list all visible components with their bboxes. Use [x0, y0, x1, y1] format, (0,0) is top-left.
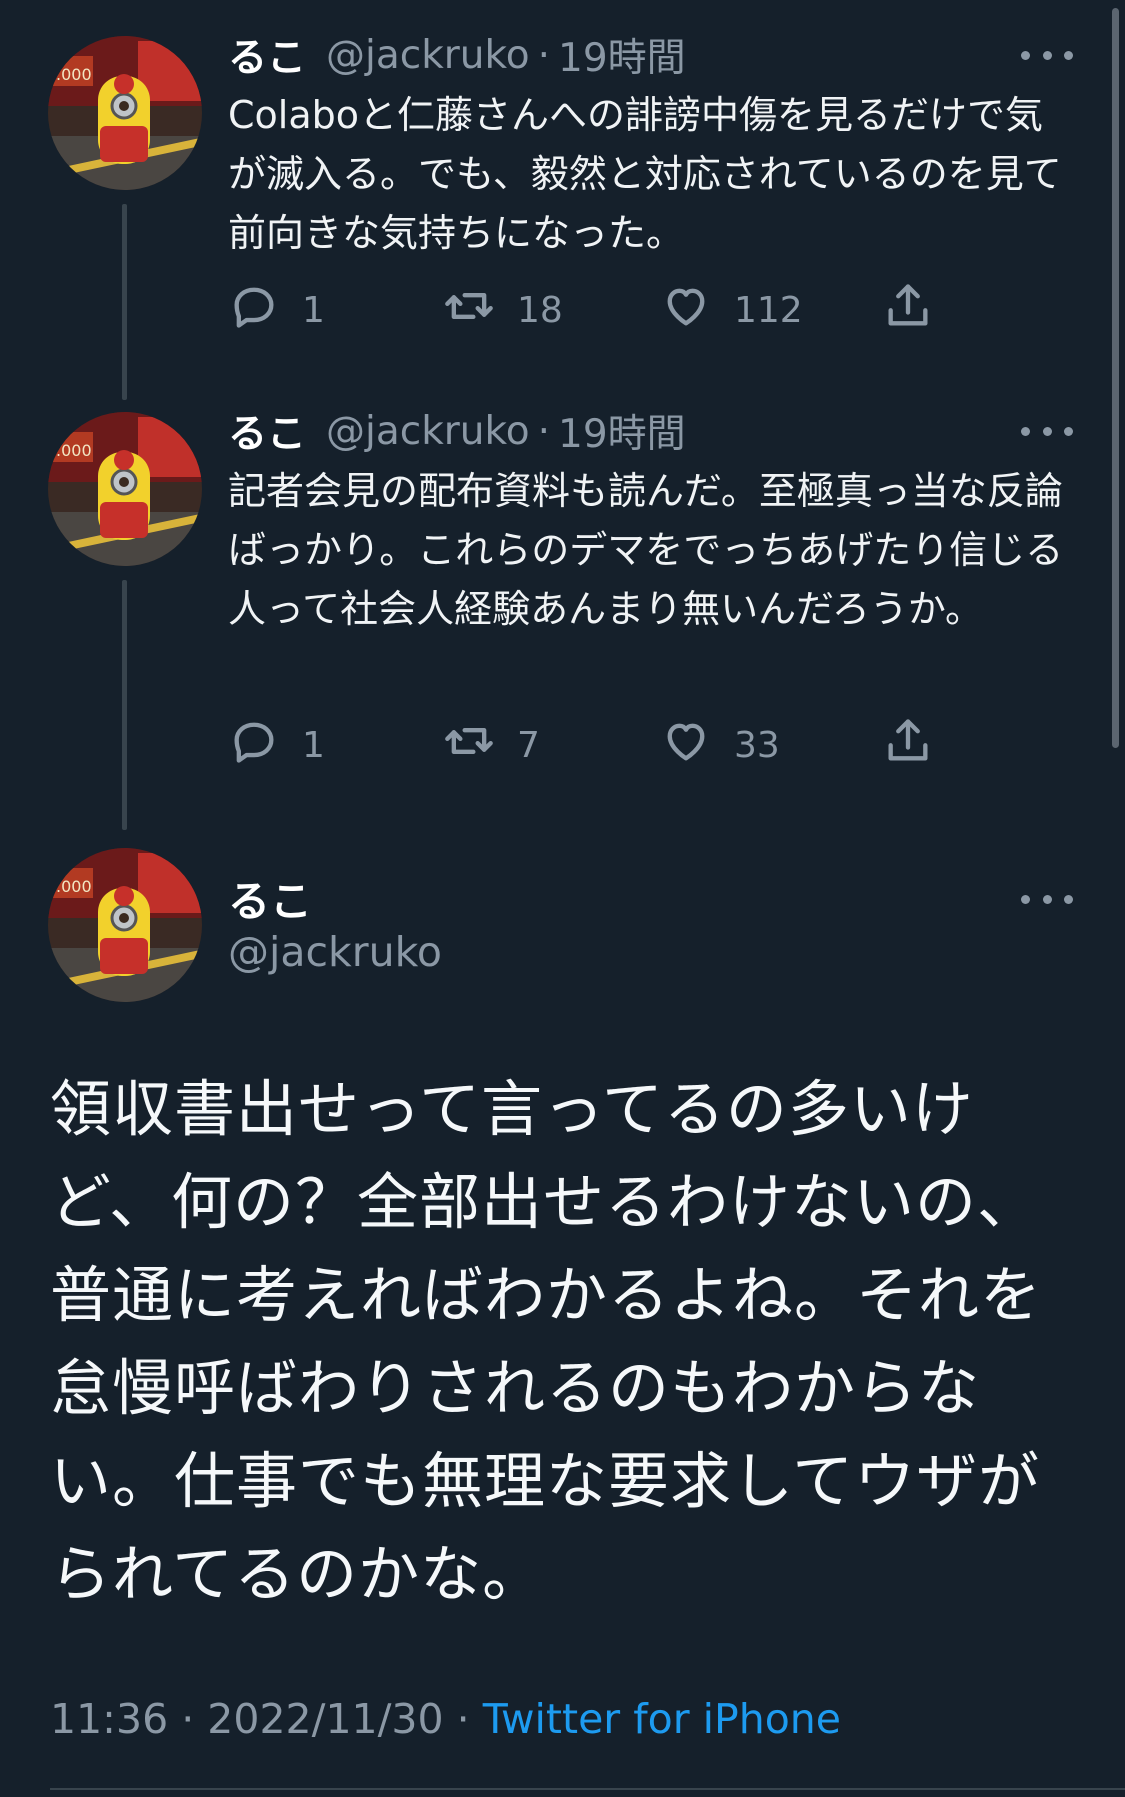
heart-icon	[660, 715, 712, 776]
separator: ·	[456, 1695, 470, 1743]
tweet-actions: 1 7 33	[228, 715, 948, 775]
reply-button[interactable]: 1	[228, 280, 325, 340]
tweet-header: るこ @jackruko · 19時間	[228, 404, 1055, 458]
separator: ·	[181, 1695, 195, 1743]
tweet-text: Colaboと仁藤さんへの誹謗中傷を見るだけで気が滅入る。でも、毅然と対応されて…	[228, 93, 1062, 255]
svg-text:.000: .000	[56, 441, 92, 460]
share-button[interactable]	[882, 280, 934, 340]
svg-text:.000: .000	[56, 877, 92, 896]
like-count: 33	[734, 724, 780, 766]
tweet-time[interactable]: 19時間	[558, 403, 686, 459]
reply-count: 1	[302, 724, 325, 766]
reply-icon	[228, 715, 280, 776]
avatar[interactable]: .000	[48, 412, 202, 566]
share-icon	[882, 715, 934, 776]
tweet-date: 2022/11/30	[207, 1695, 444, 1743]
user-handle[interactable]: @jackruko	[326, 409, 530, 454]
more-icon[interactable]	[1021, 879, 1073, 919]
retweet-icon	[443, 280, 495, 341]
like-count: 112	[734, 289, 803, 331]
like-button[interactable]: 112	[660, 280, 803, 340]
separator: ·	[537, 32, 550, 78]
share-button[interactable]	[882, 715, 934, 775]
svg-text:.000: .000	[56, 65, 92, 84]
tweet-time: 11:36	[50, 1695, 169, 1743]
display-name[interactable]: るこ	[228, 403, 306, 459]
reply-button[interactable]: 1	[228, 715, 325, 775]
thread-line	[122, 204, 127, 400]
tweet-header: るこ @jackruko · 19時間	[228, 28, 1055, 82]
tweet-actions: 1 18 112	[228, 280, 948, 340]
display-name[interactable]: るこ	[228, 27, 306, 83]
reply-count: 1	[302, 289, 325, 331]
thread-tweet-2[interactable]: .000 るこ @jackruko · 19時間 記者会見の配布資料も読んだ。至…	[0, 390, 1125, 835]
retweet-count: 7	[517, 724, 540, 766]
retweet-icon	[443, 715, 495, 776]
heart-icon	[660, 280, 712, 341]
thread-tweet-1[interactable]: .000 るこ @jackruko · 19時間 Colaboと仁藤さんへの誹謗…	[0, 0, 1125, 400]
tweet-meta: 11:36 · 2022/11/30 · Twitter for iPhone	[50, 1695, 841, 1743]
retweet-count: 18	[517, 289, 563, 331]
more-icon[interactable]	[1021, 411, 1073, 451]
like-button[interactable]: 33	[660, 715, 780, 775]
reply-icon	[228, 280, 280, 341]
source-link[interactable]: Twitter for iPhone	[483, 1695, 841, 1743]
tweet-text: 記者会見の配布資料も読んだ。至極真っ当な反論ばっかり。これらのデマをでっちあげた…	[228, 469, 1064, 631]
tweet-time[interactable]: 19時間	[558, 27, 686, 83]
main-user-handle[interactable]: @jackruko	[228, 928, 442, 976]
main-display-name[interactable]: るこ	[228, 868, 312, 929]
more-icon[interactable]	[1021, 35, 1073, 75]
user-handle[interactable]: @jackruko	[326, 33, 530, 78]
thread-line	[122, 580, 127, 830]
separator: ·	[537, 408, 550, 454]
divider	[50, 1788, 1125, 1790]
avatar[interactable]: .000	[48, 36, 202, 190]
retweet-button[interactable]: 7	[443, 715, 540, 775]
main-tweet-text: 領収書出せって言ってるの多いけど、何の？全部出せるわけないの、普通に考えればわか…	[50, 1074, 1043, 1610]
main-avatar[interactable]: .000	[48, 848, 202, 1002]
retweet-button[interactable]: 18	[443, 280, 563, 340]
share-icon	[882, 280, 934, 341]
